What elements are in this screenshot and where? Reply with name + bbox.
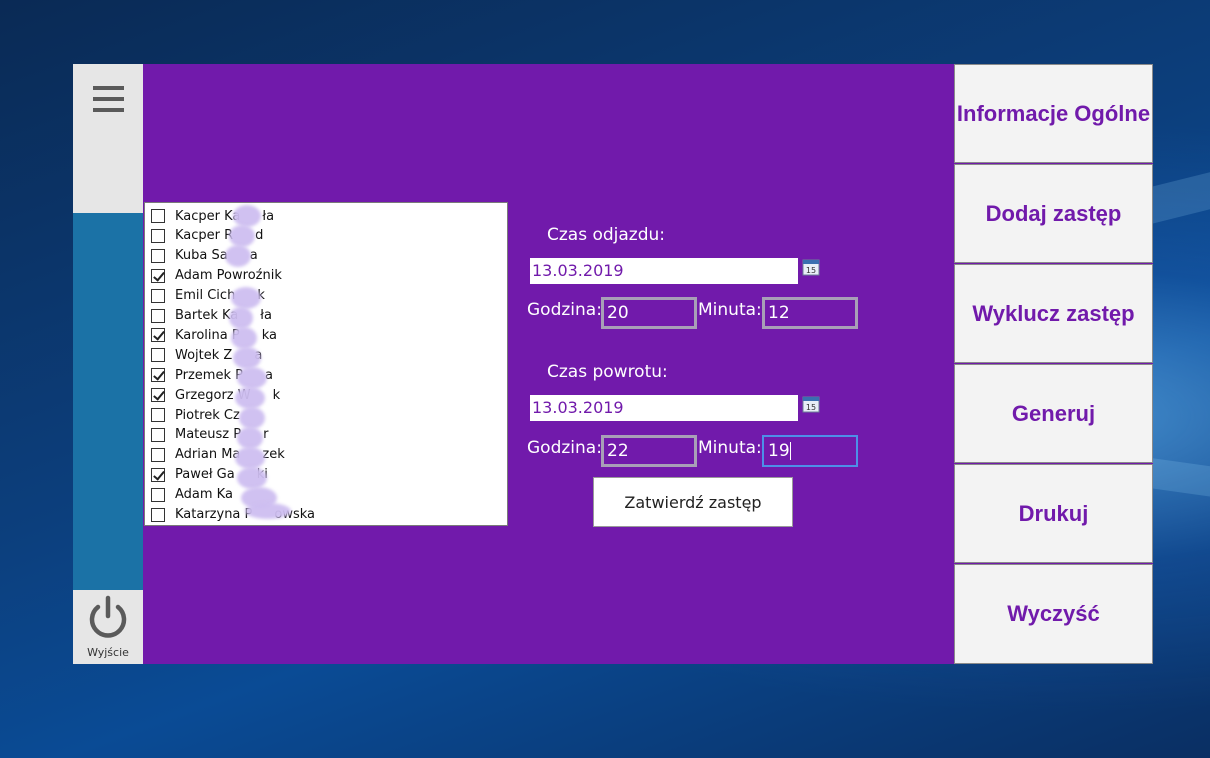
checkbox[interactable]: [151, 328, 165, 343]
redaction-smudge: [237, 467, 267, 489]
checkbox[interactable]: [151, 308, 165, 323]
list-item-label: Przemek P: [175, 367, 243, 383]
checkbox[interactable]: [151, 268, 165, 283]
departure-minute-label: Minuta:: [698, 300, 762, 320]
list-item-label: Wojtek Z: [175, 347, 233, 363]
list-item-label: Mateusz P: [175, 427, 242, 443]
return-hour-label: Godzina:: [527, 438, 602, 458]
list-item-label-suffix: d: [255, 228, 264, 244]
redaction-smudge: [231, 287, 261, 309]
return-label: Czas powrotu:: [547, 362, 668, 382]
checkbox[interactable]: [151, 507, 165, 522]
power-icon: [89, 595, 127, 638]
redaction-smudge: [237, 427, 263, 449]
checkbox[interactable]: [151, 248, 165, 263]
redaction-smudge: [237, 367, 267, 389]
departure-hour-label: Godzina:: [527, 300, 602, 320]
checkbox[interactable]: [151, 288, 165, 303]
checkbox[interactable]: [151, 209, 165, 223]
calendar-icon[interactable]: 15: [802, 395, 820, 413]
menu-button[interactable]: [73, 64, 143, 213]
list-item[interactable]: Karolina P ka: [151, 326, 277, 344]
checkbox[interactable]: [151, 408, 165, 422]
list-item[interactable]: Adam Powroźnik: [151, 267, 304, 285]
return-minute-value: 19: [768, 441, 790, 461]
checkbox[interactable]: [151, 348, 165, 363]
return-hour-field[interactable]: 22: [601, 435, 697, 467]
side-nav: Informacje Ogólne Dodaj zastęp Wyklucz z…: [954, 64, 1153, 664]
departure-minute-field[interactable]: 12: [762, 297, 858, 329]
redaction-smudge: [229, 307, 253, 329]
exit-label: Wyjście: [87, 646, 129, 659]
nav-exclude-team-button[interactable]: Wyklucz zastęp: [954, 264, 1153, 363]
nav-clear-button[interactable]: Wyczyść: [954, 564, 1153, 664]
list-item-label-suffix: r: [263, 427, 269, 443]
calendar-icon[interactable]: 15: [802, 258, 820, 276]
return-minute-field[interactable]: 19: [762, 435, 858, 467]
list-item-label: Adam Ka: [175, 487, 233, 503]
checkbox[interactable]: [151, 487, 165, 502]
list-item-label: Emil Cich: [175, 288, 236, 304]
people-list[interactable]: Kacper Ka ła Kacper Rd Kuba Sa a Adam Powroźn…: [144, 202, 508, 526]
nav-print-button[interactable]: Drukuj: [954, 464, 1153, 563]
redaction-smudge: [239, 407, 265, 429]
redaction-smudge: [245, 503, 291, 519]
checkbox[interactable]: [151, 368, 165, 383]
list-item-label-suffix: ka: [261, 327, 277, 343]
app-window: Wyjście Kacper Ka ła Kacper Rd Kuba Sa a Adam…: [73, 64, 1153, 664]
checkbox[interactable]: [151, 427, 165, 442]
list-item-label: Kacper R: [175, 228, 234, 244]
text-caret: [789, 442, 791, 460]
list-item-label: Adam Powroźnik: [175, 268, 282, 284]
return-date-field[interactable]: 13.03.2019: [530, 395, 798, 421]
list-item-label: Paweł Ga: [175, 467, 235, 483]
list-item-label: Kuba Sa: [175, 248, 228, 264]
departure-hour-field[interactable]: 20: [601, 297, 697, 329]
return-minute-label: Minuta:: [698, 438, 762, 458]
redaction-smudge: [235, 387, 265, 409]
list-item-label-suffix: ła: [260, 308, 272, 323]
nav-add-team-button[interactable]: Dodaj zastęp: [954, 164, 1153, 263]
list-item-label: Katarzyna P: [175, 507, 253, 522]
list-item-label: Adrian Ma: [175, 447, 241, 463]
list-item-label-suffix: ła: [262, 208, 275, 224]
list-item-label-suffix: k: [272, 387, 281, 403]
list-item-label-suffix: zek: [262, 447, 285, 463]
checkbox[interactable]: [151, 447, 165, 462]
checkbox[interactable]: [151, 228, 165, 243]
nav-general-info-button[interactable]: Informacje Ogólne: [954, 64, 1153, 163]
redaction-smudge: [229, 225, 255, 247]
redaction-smudge: [225, 245, 251, 267]
list-item[interactable]: Adam Ka: [151, 486, 255, 504]
checkbox[interactable]: [151, 467, 165, 482]
nav-generate-button[interactable]: Generuj: [954, 364, 1153, 463]
departure-date-field[interactable]: 13.03.2019: [530, 258, 798, 284]
left-rail: Wyjście: [73, 64, 143, 664]
redaction-smudge: [231, 327, 257, 349]
exit-button[interactable]: Wyjście: [73, 590, 143, 664]
redaction-smudge: [233, 347, 261, 369]
departure-label: Czas odjazdu:: [547, 225, 666, 245]
list-item-label: Karolina P: [175, 327, 240, 343]
redaction-smudge: [233, 205, 261, 227]
list-item[interactable]: Bartek Ka ła: [151, 307, 272, 325]
redaction-smudge: [235, 447, 265, 469]
list-item-label: Kacper Ka: [175, 208, 241, 224]
list-item-label: Piotrek Cz: [175, 407, 240, 423]
calendar-day: 15: [806, 403, 816, 412]
calendar-day: 15: [806, 266, 816, 275]
checkbox[interactable]: [151, 388, 165, 403]
confirm-team-button[interactable]: Zatwierdź zastęp: [593, 477, 793, 527]
